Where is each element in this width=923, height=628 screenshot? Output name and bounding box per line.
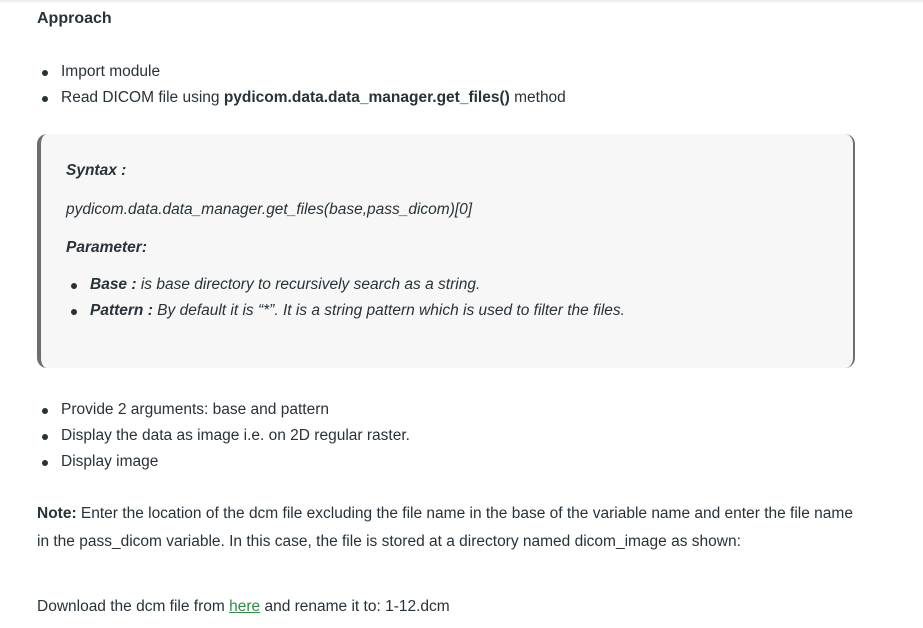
list-item-text: Display image [61, 453, 159, 470]
note-text: Enter the location of the dcm file exclu… [37, 505, 853, 550]
parameter-description: is base directory to recursively search … [136, 276, 481, 293]
method-name: pydicom.data.data_manager.get_files() [223, 89, 510, 106]
syntax-code: pydicom.data.data_manager.get_files(base… [66, 201, 473, 218]
syntax-label: Syntax : [66, 162, 127, 179]
download-paragraph: Download the dcm file from here and rena… [37, 594, 450, 620]
download-link[interactable]: here [229, 598, 260, 615]
parameter-item: Base : is base directory to recursively … [66, 272, 625, 298]
approach-list: Import module Read DICOM file using pydi… [37, 59, 566, 111]
list-item-text: Display the data as image i.e. on 2D reg… [61, 427, 410, 444]
parameter-name: Pattern : [90, 302, 153, 319]
parameter-item: Pattern : By default it is “*”. It is a … [66, 298, 625, 324]
download-prefix: Download the dcm file from [37, 598, 230, 615]
parameter-description: By default it is “*”. It is a string pat… [152, 302, 625, 319]
list-item: Read DICOM file using pydicom.data.data_… [37, 85, 566, 111]
list-item: Import module [37, 59, 566, 85]
section-heading: Approach [37, 10, 112, 27]
steps-list: Provide 2 arguments: base and pattern Di… [37, 397, 410, 475]
list-item-suffix: method [509, 89, 566, 106]
list-item-text: Provide 2 arguments: base and pattern [61, 401, 329, 418]
download-suffix: and rename it to: 1-12.dcm [260, 598, 450, 615]
list-item: Provide 2 arguments: base and pattern [37, 397, 410, 423]
list-item: Display image [37, 449, 410, 475]
parameter-list: Base : is base directory to recursively … [66, 272, 625, 324]
list-item: Display the data as image i.e. on 2D reg… [37, 423, 410, 449]
top-shadow [0, 0, 923, 3]
list-item-prefix: Read DICOM file using [61, 89, 224, 106]
note-paragraph: Note: Enter the location of the dcm file… [37, 500, 867, 556]
note-label: Note: [37, 505, 77, 522]
parameter-label: Parameter: [66, 239, 147, 256]
list-item-text: Import module [61, 63, 161, 80]
syntax-box: Syntax : pydicom.data.data_manager.get_f… [37, 134, 855, 368]
parameter-name: Base : [90, 276, 137, 293]
